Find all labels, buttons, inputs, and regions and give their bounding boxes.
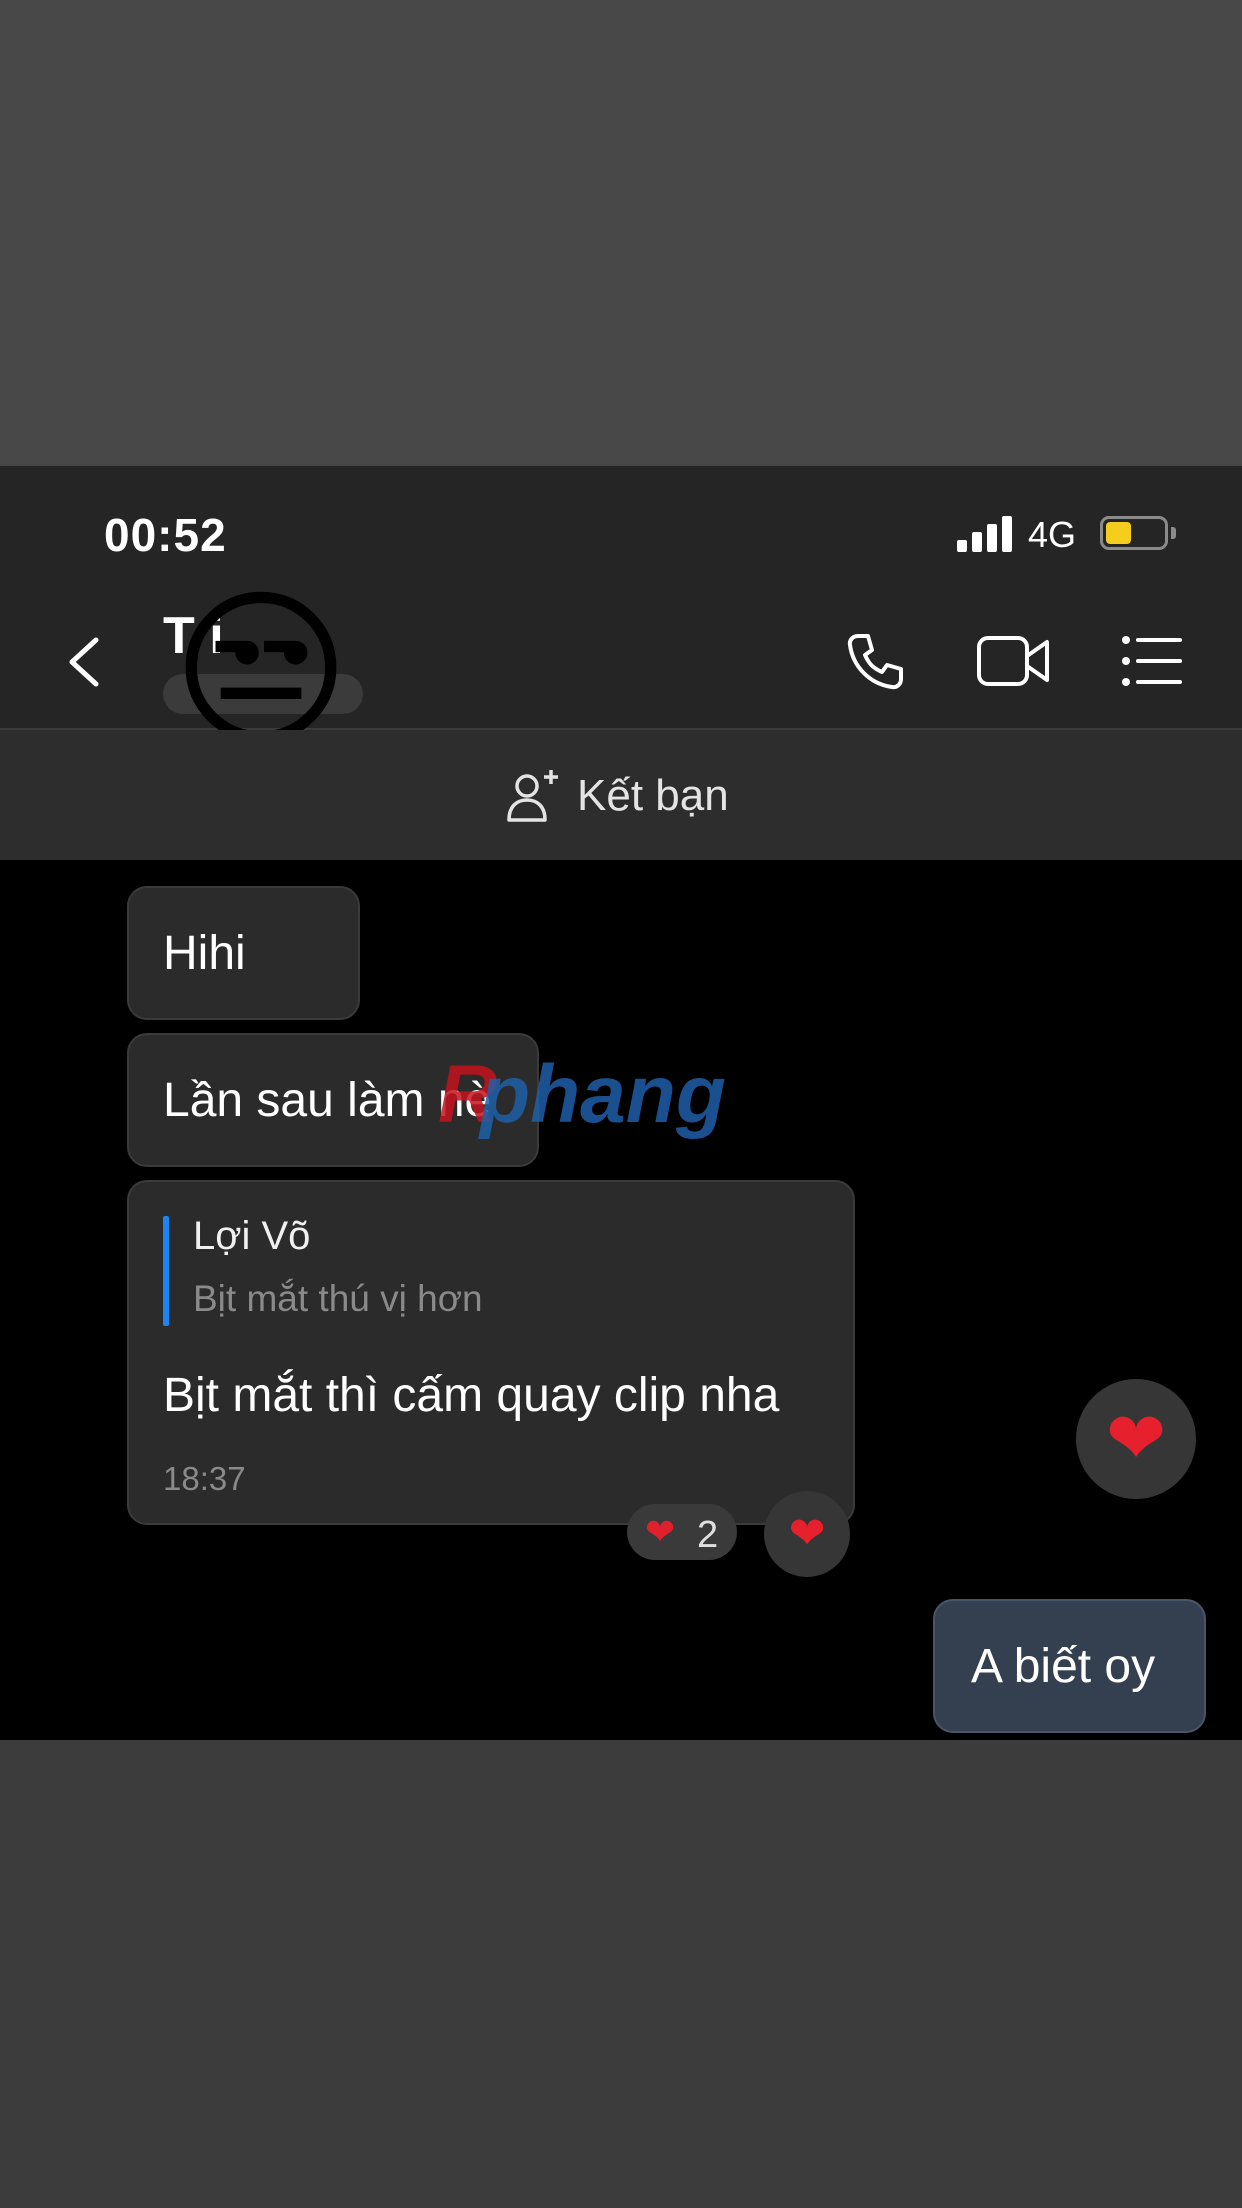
reply-message-bubble[interactable]: Lợi Võ Bịt mắt thú vị hơn Bịt mắt thì cấ…: [127, 1180, 855, 1525]
top-background: [0, 0, 1242, 466]
add-friend-bar: Kết bạn: [0, 730, 1242, 860]
heart-icon: ❤: [645, 1511, 676, 1552]
quote-indicator: [163, 1216, 169, 1326]
outgoing-message-bubble[interactable]: A biết oy: [933, 1599, 1206, 1733]
heart-icon: ❤: [1105, 1399, 1167, 1479]
add-person-icon: [507, 770, 558, 822]
bottom-background: [0, 1740, 1242, 2208]
signal-icon: [957, 516, 1013, 552]
call-button[interactable]: [840, 626, 910, 696]
message-timestamp: 18:37: [163, 1460, 246, 1497]
battery-tip: [1171, 527, 1176, 539]
reaction-summary[interactable]: ❤ 2: [627, 1504, 737, 1560]
phone-icon: [847, 634, 903, 690]
quote-author[interactable]: Lợi Võ: [193, 1214, 310, 1259]
quote-text[interactable]: Bịt mắt thú vị hơn: [193, 1278, 483, 1320]
message-text: Hihi: [163, 927, 246, 980]
heart-icon: ❤: [788, 1509, 826, 1558]
status-time: 00:52: [104, 509, 227, 561]
squinting-tongue-emoji-icon[interactable]: 😝: [28, 874, 116, 962]
watermark-text: phang: [478, 1049, 726, 1140]
chat-header: 00:52 4G T i 😒: [0, 466, 1242, 771]
list-menu-icon: [1122, 636, 1182, 686]
reaction-count: 2: [697, 1514, 719, 1556]
quick-reaction-button[interactable]: ❤: [1076, 1379, 1196, 1499]
add-friend-label: Kết bạn: [577, 771, 729, 820]
back-button[interactable]: [56, 632, 116, 692]
react-button[interactable]: ❤: [764, 1491, 850, 1577]
options-menu-button[interactable]: [1118, 626, 1188, 696]
video-call-button[interactable]: [975, 626, 1049, 696]
add-friend-button[interactable]: Kết bạn: [505, 768, 729, 824]
message-bubble[interactable]: Hihi: [127, 886, 360, 1020]
message-text: A biết oy: [971, 1640, 1156, 1693]
chevron-left-icon: [69, 637, 99, 687]
message-text: Bịt mắt thì cấm quay clip nha: [163, 1369, 780, 1422]
network-label: 4G: [1028, 514, 1077, 555]
video-icon: [977, 636, 1049, 686]
chat-screen: 00:52 4G T i 😒 Kết bạn 😝 Hihi Lần sau là…: [0, 466, 1242, 1740]
battery-icon: [1100, 516, 1168, 550]
watermark-logo: R phang: [438, 1049, 726, 1140]
battery-level: [1106, 522, 1131, 544]
